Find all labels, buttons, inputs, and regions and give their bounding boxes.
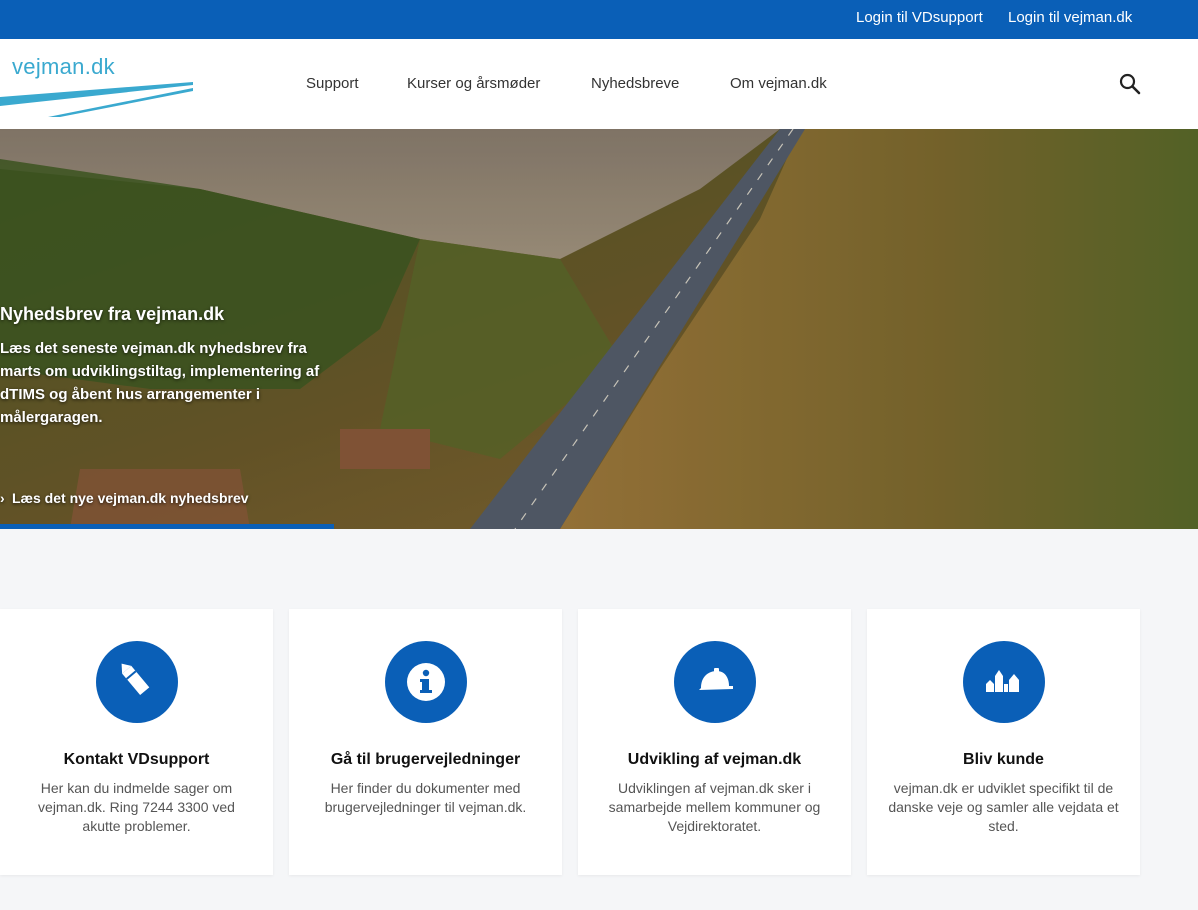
hero-progress-bar bbox=[0, 524, 334, 529]
card-text: Her finder du dokumenter med brugervejle… bbox=[324, 780, 527, 815]
card-text: Her kan du indmelde sager om vejman.dk. … bbox=[38, 780, 235, 834]
hero-text: Læs det seneste vejman.dk nyhedsbrev fra… bbox=[0, 340, 320, 426]
card-text: Udviklingen af vejman.dk sker i samarbej… bbox=[608, 780, 821, 834]
card-title: Udvikling af vejman.dk bbox=[627, 751, 802, 768]
hero-cta-label: Læs det nye vejman.dk nyhedsbrev bbox=[12, 490, 249, 506]
card-title: Bliv kunde bbox=[963, 751, 1044, 768]
site-header: vejman.dk Support Kurser og årsmøder Nyh… bbox=[0, 39, 1198, 129]
nav-item-kurser[interactable]: Kurser og årsmøder bbox=[407, 75, 540, 92]
card-text: vejman.dk er udviklet specifikt til de d… bbox=[888, 780, 1119, 834]
chevron-right-icon: › bbox=[0, 490, 5, 506]
nav-item-nyhedsbreve[interactable]: Nyhedsbreve bbox=[591, 75, 679, 92]
hero-title: Nyhedsbrev fra vejman.dk bbox=[0, 304, 225, 324]
logo-swoosh-icon bbox=[0, 82, 193, 117]
info-icon bbox=[384, 641, 467, 723]
card-kontakt-vdsupport[interactable]: Kontakt VDsupport Her kan du indmelde sa… bbox=[0, 609, 273, 875]
card-bliv-kunde[interactable]: Bliv kunde vejman.dk er udviklet specifi… bbox=[867, 609, 1140, 875]
hero-landscape-image bbox=[0, 129, 1198, 529]
top-utility-bar: Login til VDsupport Login til vejman.dk bbox=[0, 0, 1198, 39]
site-logo[interactable]: vejman.dk bbox=[0, 39, 200, 129]
login-vejman-link[interactable]: Login til vejman.dk bbox=[1008, 9, 1132, 26]
hero-banner: Nyhedsbrev fra vejman.dk Læs det seneste… bbox=[0, 129, 1198, 529]
pencil-icon bbox=[95, 641, 178, 723]
login-vdsupport-link[interactable]: Login til VDsupport bbox=[856, 9, 983, 26]
card-brugervejledninger[interactable]: Gå til brugervejledninger Her finder du … bbox=[289, 609, 562, 875]
nav-item-support[interactable]: Support bbox=[306, 75, 359, 92]
hero-cta-link[interactable]: › Læs det nye vejman.dk nyhedsbrev bbox=[0, 490, 249, 506]
town-icon bbox=[962, 641, 1045, 723]
search-icon[interactable] bbox=[1118, 72, 1142, 96]
nav-item-om[interactable]: Om vejman.dk bbox=[730, 75, 827, 92]
hard-hat-icon bbox=[673, 641, 756, 723]
card-udvikling[interactable]: Udvikling af vejman.dk Udviklingen af ve… bbox=[578, 609, 851, 875]
card-title: Kontakt VDsupport bbox=[63, 751, 210, 768]
card-title: Gå til brugervejledninger bbox=[330, 751, 521, 768]
logo-text: vejman.dk bbox=[12, 54, 115, 79]
